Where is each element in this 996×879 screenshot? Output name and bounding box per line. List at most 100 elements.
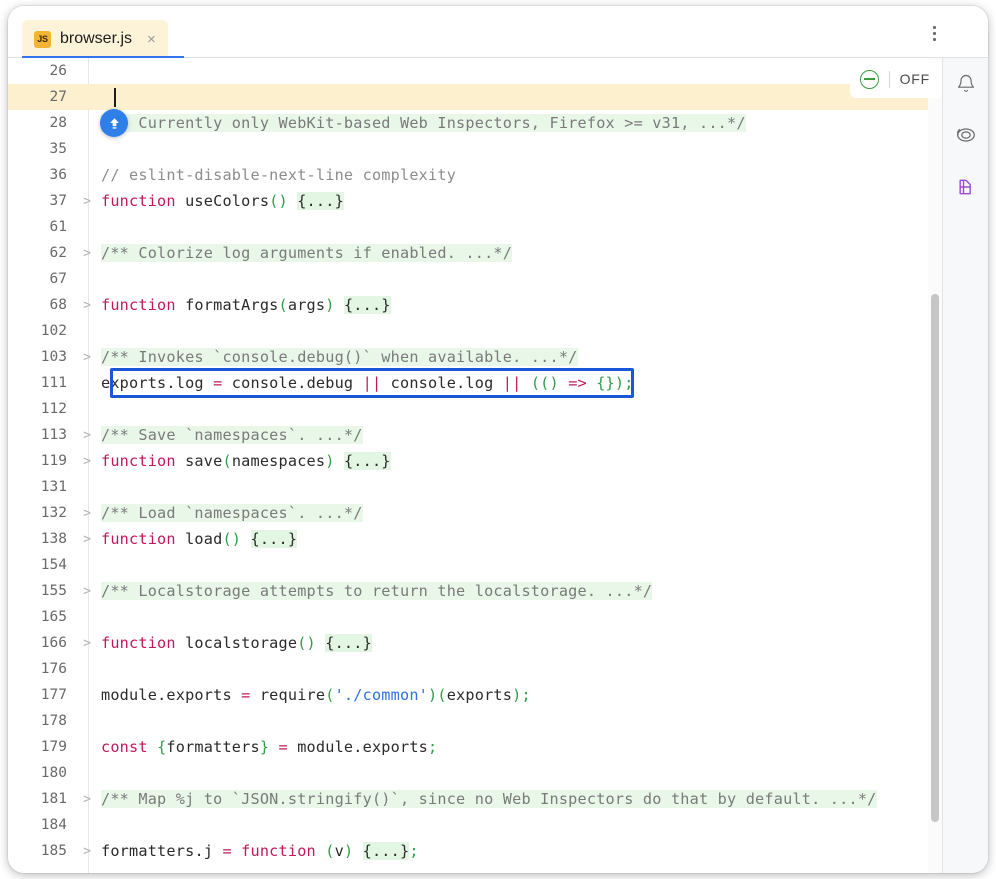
code-line[interactable]: 27 — [8, 84, 942, 110]
code-line[interactable]: 68 > function formatArgs(args) {...} — [8, 292, 942, 318]
code-token: ) — [343, 842, 354, 860]
inspection-no-problems-icon[interactable] — [859, 69, 879, 89]
code-line[interactable]: 178 — [8, 708, 942, 734]
code-text[interactable]: function localstorage() {...} — [98, 634, 942, 652]
code-line[interactable]: 132 >/** Load `namespaces`. ...*/ — [8, 500, 942, 526]
code-token: /** Currently only WebKit-based Web Insp… — [101, 114, 746, 132]
code-line[interactable]: 155 >/** Localstorage attempts to return … — [8, 578, 942, 604]
fold-chevron-icon[interactable]: > — [76, 350, 98, 365]
divider — [888, 70, 890, 88]
code-line[interactable]: 113 >/** Save `namespaces`. ...*/ — [8, 422, 942, 448]
javascript-file-icon: JS — [34, 30, 51, 48]
code-line[interactable]: 131 — [8, 474, 942, 500]
code-token: {...} — [325, 634, 372, 652]
code-token: ; — [428, 738, 438, 756]
code-token: } — [259, 738, 270, 756]
code-line[interactable]: 111 exports.log = console.debug || consol… — [8, 370, 942, 396]
inspection-widget[interactable]: OFF — [849, 60, 942, 98]
commit-push-button[interactable] — [100, 109, 128, 137]
highlighting-level-label[interactable]: OFF — [900, 71, 930, 87]
line-number: 131 — [40, 479, 67, 495]
fold-chevron-icon[interactable]: > — [76, 246, 98, 261]
code-line[interactable]: 102 — [8, 318, 942, 344]
code-line[interactable]: 184 — [8, 812, 942, 838]
code-token: ) — [325, 452, 335, 470]
code-token: const — [101, 738, 148, 756]
code-text[interactable]: function formatArgs(args) {...} — [98, 296, 942, 314]
code-lines: 26 27 28 /** Currently only WebKit-based We… — [8, 58, 942, 864]
code-line[interactable]: 61 — [8, 214, 942, 240]
line-number: 103 — [40, 349, 67, 365]
code-token: load — [175, 530, 223, 548]
code-line[interactable]: 28 /** Currently only WebKit-based Web In… — [8, 110, 942, 136]
scrollbar-thumb[interactable] — [931, 294, 939, 823]
more-options-icon[interactable] — [924, 22, 944, 44]
code-text[interactable]: /** Save `namespaces`. ...*/ — [98, 426, 942, 444]
code-line[interactable]: 35 — [8, 136, 942, 162]
code-token: . — [353, 738, 363, 756]
code-token: function — [101, 634, 176, 652]
code-text[interactable]: /** Colorize log arguments if enabled. .… — [98, 244, 942, 262]
code-text[interactable]: const {formatters} = module.exports; — [98, 738, 942, 756]
code-line[interactable]: 185 > formatters.j = function (v) {...}; — [8, 838, 942, 864]
fold-chevron-icon[interactable]: > — [76, 636, 98, 651]
code-line[interactable]: 176 — [8, 656, 942, 682]
fold-chevron-icon[interactable]: > — [76, 792, 98, 807]
code-line[interactable]: 177 module.exports = require('./common')(… — [8, 682, 942, 708]
code-editor[interactable]: 26 27 28 /** Currently only WebKit-based We… — [8, 58, 942, 873]
editor-scrollbar[interactable] — [928, 58, 942, 873]
code-line[interactable]: 180 — [8, 760, 942, 786]
code-text[interactable]: module.exports = require('./common')(exp… — [98, 686, 942, 704]
database-icon[interactable] — [951, 172, 981, 202]
code-line[interactable]: 119 > function save(namespaces) {...} — [8, 448, 942, 474]
code-line[interactable]: 181 >/** Map %j to `JSON.stringify()`, si… — [8, 786, 942, 812]
code-token: {...} — [297, 192, 344, 210]
code-token: { — [157, 738, 167, 756]
tab-browser-js[interactable]: JS browser.js × — [22, 20, 168, 58]
code-text[interactable]: formatters.j = function (v) {...}; — [98, 842, 942, 860]
fold-chevron-icon[interactable]: > — [76, 584, 98, 599]
code-line[interactable]: 67 — [8, 266, 942, 292]
code-text[interactable]: exports.log = console.debug || console.l… — [98, 374, 942, 392]
notifications-bell-icon[interactable] — [951, 68, 981, 98]
fold-chevron-icon[interactable]: > — [76, 194, 98, 209]
code-text[interactable]: /** Load `namespaces`. ...*/ — [98, 504, 942, 522]
code-token: function — [101, 192, 176, 210]
code-line[interactable]: 154 — [8, 552, 942, 578]
code-line[interactable]: 103 >/** Invokes `console.debug()` when a… — [8, 344, 942, 370]
code-text[interactable]: /** Map %j to `JSON.stringify()`, since … — [98, 790, 942, 808]
code-text[interactable]: /** Localstorage attempts to return the … — [98, 582, 942, 600]
code-line[interactable]: 138 > function load() {...} — [8, 526, 942, 552]
line-number: 26 — [49, 63, 67, 79]
code-token: function — [101, 530, 176, 548]
code-token: ( — [278, 296, 288, 314]
code-line[interactable]: 37 > function useColors() {...} — [8, 188, 942, 214]
fold-chevron-icon[interactable]: > — [76, 506, 98, 521]
code-text[interactable]: /** Invokes `console.debug()` when avail… — [98, 348, 942, 366]
code-line[interactable]: 165 — [8, 604, 942, 630]
code-text[interactable]: function load() {...} — [98, 530, 942, 548]
code-text[interactable]: // eslint-disable-next-line complexity — [98, 166, 942, 184]
ai-assistant-icon[interactable] — [951, 120, 981, 150]
fold-chevron-icon[interactable]: > — [76, 454, 98, 469]
code-line[interactable]: 62 >/** Colorize log arguments if enabled… — [8, 240, 942, 266]
code-text[interactable]: function useColors() {...} — [98, 192, 942, 210]
line-number: 28 — [49, 115, 67, 131]
code-text[interactable]: /** Currently only WebKit-based Web Insp… — [98, 114, 942, 132]
close-icon[interactable]: × — [147, 32, 156, 47]
code-line[interactable]: 36 // eslint-disable-next-line complexity — [8, 162, 942, 188]
fold-chevron-icon[interactable]: > — [76, 298, 98, 313]
line-number: 178 — [40, 713, 67, 729]
code-line[interactable]: 26 — [8, 58, 942, 84]
line-number: 111 — [40, 375, 67, 391]
code-text[interactable]: function save(namespaces) {...} — [98, 452, 942, 470]
code-token: console — [222, 374, 298, 392]
code-line[interactable]: 112 — [8, 396, 942, 422]
code-line[interactable]: 166 > function localstorage() {...} — [8, 630, 942, 656]
code-line[interactable]: 179 const {formatters} = module.exports; — [8, 734, 942, 760]
fold-chevron-icon[interactable]: > — [76, 428, 98, 443]
fold-chevron-icon[interactable]: > — [76, 532, 98, 547]
fold-chevron-icon[interactable]: > — [76, 844, 98, 859]
